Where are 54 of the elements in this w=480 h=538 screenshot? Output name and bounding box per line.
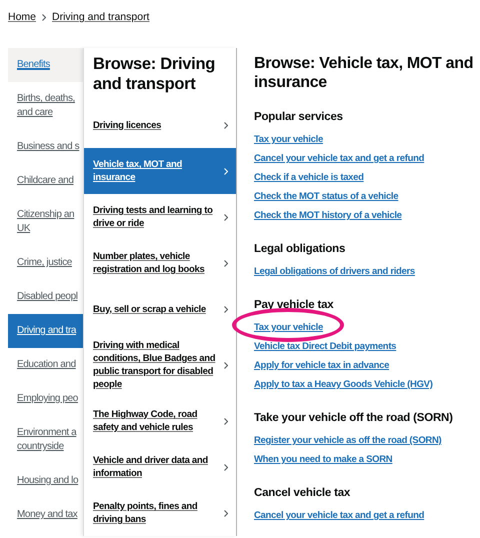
service-link[interactable]: Check the MOT history of a vehicle <box>254 210 402 221</box>
chevron-icon <box>224 260 228 266</box>
topic-link[interactable]: Environment a countryside <box>8 416 83 464</box>
service-link[interactable]: Legal obligations of drivers and riders <box>254 266 415 277</box>
breadcrumb-link[interactable]: Home <box>8 11 36 23</box>
chevron-icon <box>224 122 228 128</box>
subtopic-item[interactable]: The Highway Code, road safety and vehicle rules <box>84 398 236 444</box>
service-link[interactable]: Apply for vehicle tax in advance <box>254 360 390 371</box>
subtopic-item[interactable]: Driving licences <box>84 102 236 148</box>
topic-link[interactable]: Childcare and <box>8 164 83 198</box>
topic-link[interactable]: Disabled peopl <box>8 280 83 314</box>
service-link[interactable]: Check if a vehicle is taxed <box>254 172 364 183</box>
service-link[interactable]: Cancel your vehicle tax and get a refund <box>254 153 424 164</box>
service-link[interactable]: When you need to make a SORN <box>254 454 392 465</box>
subtopic-item[interactable]: Penalty points, fines and driving bans <box>84 490 236 536</box>
panel-heading: Browse: Driving and transport <box>92 54 216 95</box>
page-heading: Browse: Vehicle tax, MOT and insurance <box>254 54 474 92</box>
service-link[interactable]: Apply to tax a Heavy Goods Vehicle (HGV) <box>254 379 433 390</box>
topic-link[interactable]: Crime, justice <box>8 246 83 280</box>
topic-link[interactable]: Money and tax <box>8 498 83 532</box>
chevron-icon <box>224 306 228 312</box>
section-heading: Legal obligations <box>254 242 346 257</box>
chevron-icon <box>42 14 46 20</box>
subtopic-item[interactable]: Number plates, vehicle registration and log books <box>84 240 236 286</box>
section-heading: Popular services <box>254 110 344 125</box>
service-link[interactable]: Vehicle tax Direct Debit payments <box>254 341 396 352</box>
subtopic-item[interactable]: Vehicle and driver data and information <box>84 444 236 490</box>
topic-link[interactable]: Employing peo <box>8 382 83 416</box>
subtopic-item[interactable]: Driving tests and learning to drive or ride <box>84 194 236 240</box>
subtopic-item[interactable]: Vehicle tax, MOT and insurance <box>84 148 236 194</box>
section-heading: Take your vehicle off the road (SORN) <box>254 411 454 426</box>
service-link[interactable]: Cancel your vehicle tax and get a refund <box>254 510 424 521</box>
section-heading: Pay vehicle tax <box>254 298 334 313</box>
section-heading: Cancel vehicle tax <box>254 486 352 501</box>
chevron-icon <box>224 418 228 424</box>
subtopic-item[interactable]: Driving with medical conditions, Blue Badges and public transport for disabled people <box>84 332 236 398</box>
service-link[interactable]: Check the MOT status of a vehicle <box>254 191 398 202</box>
chevron-icon <box>224 214 228 220</box>
subtopic-item[interactable]: Buy, sell or scrap a vehicle <box>84 286 236 332</box>
topic-link[interactable]: Housing and lo <box>8 464 83 498</box>
chevron-icon <box>224 464 228 470</box>
topic-link[interactable]: Driving and tra <box>8 314 83 348</box>
topic-link[interactable]: Benefits <box>8 48 83 82</box>
topic-link[interactable]: Business and s <box>8 130 83 164</box>
topic-link[interactable]: Education and <box>8 348 83 382</box>
topic-link[interactable]: Births, deaths, and care <box>8 82 83 130</box>
service-link[interactable]: Tax your vehicle <box>254 322 323 333</box>
chevron-icon <box>224 362 228 368</box>
chevron-icon <box>224 168 228 174</box>
chevron-icon <box>224 510 228 516</box>
topic-link[interactable]: Citizenship an UK <box>8 198 83 246</box>
service-link[interactable]: Tax your vehicle <box>254 134 323 145</box>
breadcrumb-link[interactable]: Driving and transport <box>52 11 150 23</box>
service-link[interactable]: Register your vehicle as off the road (SORN) <box>254 435 442 446</box>
